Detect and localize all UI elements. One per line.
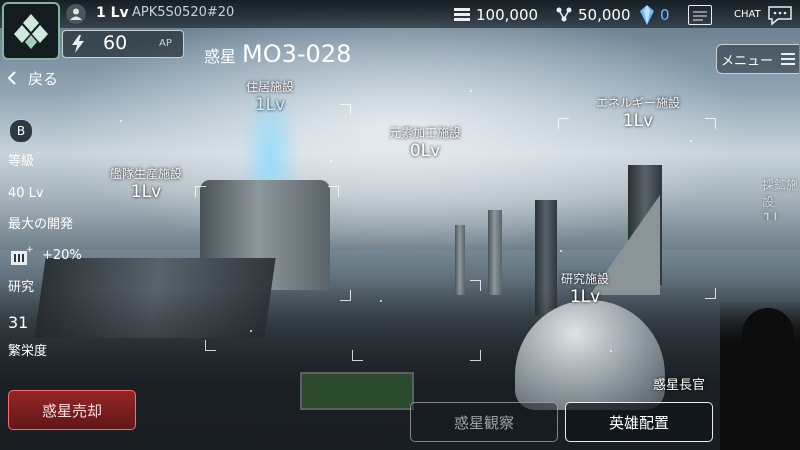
facility-residential[interactable]: 住居施設 1Lv	[225, 78, 315, 122]
bracket-corner	[328, 186, 339, 197]
bracket-corner	[470, 280, 481, 291]
planet-name: MO3-028	[242, 40, 352, 68]
credits-resource: 100,000	[454, 4, 538, 26]
snow-particle	[250, 330, 252, 332]
city-park	[300, 372, 414, 410]
bracket-corner	[705, 288, 716, 299]
materials-resource: 50,000	[556, 4, 631, 26]
facility-element-processing[interactable]: 元素加工施設 0Lv	[370, 124, 480, 168]
snow-particle	[380, 300, 382, 302]
lightning-icon	[72, 35, 84, 53]
facility-name: 住居施設	[245, 80, 294, 94]
snow-particle	[330, 160, 332, 162]
chat-bubble-icon	[768, 6, 792, 26]
prosperity-value: 31	[8, 313, 29, 332]
back-label: 戻る	[28, 69, 59, 88]
bracket-corner	[205, 340, 216, 351]
credits-value: 100,000	[476, 6, 539, 24]
bracket-corner	[470, 350, 481, 361]
chat-label: CHAT	[734, 9, 761, 20]
bracket-corner	[195, 186, 206, 197]
facility-level: 1Lv	[254, 95, 286, 115]
dev-value: 40 Lv	[8, 186, 44, 201]
spire-left	[455, 225, 465, 295]
planet-title: 惑星 MO3-028	[204, 40, 351, 68]
prosperity-label: 繁栄度	[8, 344, 48, 359]
crystals-resource: 0	[640, 4, 670, 26]
grade-badge: B	[9, 119, 33, 143]
assign-hero-button[interactable]: 英雄配置	[565, 402, 713, 442]
facility-level: 1Lv	[622, 111, 654, 131]
ap-unit: AP	[159, 38, 172, 49]
bracket-corner	[340, 104, 351, 115]
ap-value: 60	[103, 32, 128, 54]
dev-label: 最大の開発	[8, 217, 74, 232]
facility-mining[interactable]: 採鉱施設 1L	[762, 176, 800, 220]
snow-particle	[560, 250, 562, 252]
snow-particle	[610, 350, 612, 352]
sell-planet-button[interactable]: 惑星売却	[8, 390, 136, 430]
player-id: APK5S0520#20	[132, 5, 235, 20]
snow-particle	[690, 140, 692, 142]
facility-name: 研究施設	[560, 272, 609, 286]
materials-value: 50,000	[578, 6, 631, 24]
bracket-corner	[352, 350, 363, 361]
sell-planet-label: 惑星売却	[41, 401, 102, 420]
bracket-corner	[340, 290, 351, 301]
chat-button[interactable]: CHAT	[732, 4, 798, 26]
bracket-corner	[705, 118, 716, 129]
facility-name: 艦隊生産施設	[109, 167, 182, 181]
svg-text:+: +	[26, 245, 33, 255]
chevron-left-icon	[7, 71, 16, 85]
research-building-icon: +	[11, 245, 33, 265]
facility-level: 1Lv	[569, 287, 601, 307]
facility-energy[interactable]: エネルギー施設 1Lv	[578, 94, 698, 138]
facility-name: 採鉱施設	[762, 178, 799, 209]
user-profile-icon[interactable]	[66, 4, 86, 24]
materials-molecule-icon	[556, 7, 572, 22]
facility-level: 1L	[762, 210, 783, 220]
research-value: +20%	[42, 248, 82, 263]
menu-label: メニュー	[720, 53, 773, 69]
governor-silhouette	[742, 308, 794, 368]
faction-emblem-icon	[14, 14, 48, 49]
game-logo-button[interactable]	[2, 2, 60, 60]
bracket-corner	[558, 118, 569, 129]
assign-hero-label: 英雄配置	[608, 413, 669, 432]
snow-particle	[470, 90, 472, 92]
crystals-value: 0	[660, 6, 670, 24]
governor-label: 惑星長官	[653, 378, 706, 393]
player-level: 1 Lv	[96, 5, 129, 21]
observe-planet-button[interactable]: 惑星観察	[410, 402, 558, 442]
facility-name: エネルギー施設	[595, 96, 680, 110]
grade-label: 等級	[8, 154, 35, 169]
facility-research[interactable]: 研究施設 1Lv	[540, 270, 630, 314]
facility-level: 1Lv	[130, 182, 162, 202]
research-label: 研究	[8, 280, 35, 295]
facility-level: 0Lv	[409, 141, 441, 161]
facility-fleet-production[interactable]: 艦隊生産施設 1Lv	[96, 165, 196, 209]
back-button[interactable]: 戻る	[6, 66, 76, 90]
facility-name: 元素加工施設	[388, 126, 461, 140]
grade-badge-letter: B	[16, 124, 26, 138]
crystal-icon	[640, 5, 654, 25]
snow-particle	[120, 120, 122, 122]
spire-center	[488, 210, 502, 295]
menu-button[interactable]: メニュー	[716, 44, 799, 74]
action-points-box: 60 AP	[62, 30, 184, 58]
planet-prefix: 惑星	[204, 47, 237, 66]
observe-planet-label: 惑星観察	[453, 413, 514, 432]
credits-stack-icon	[454, 8, 470, 21]
hamburger-icon	[781, 53, 795, 65]
mail-icon[interactable]	[688, 5, 712, 25]
